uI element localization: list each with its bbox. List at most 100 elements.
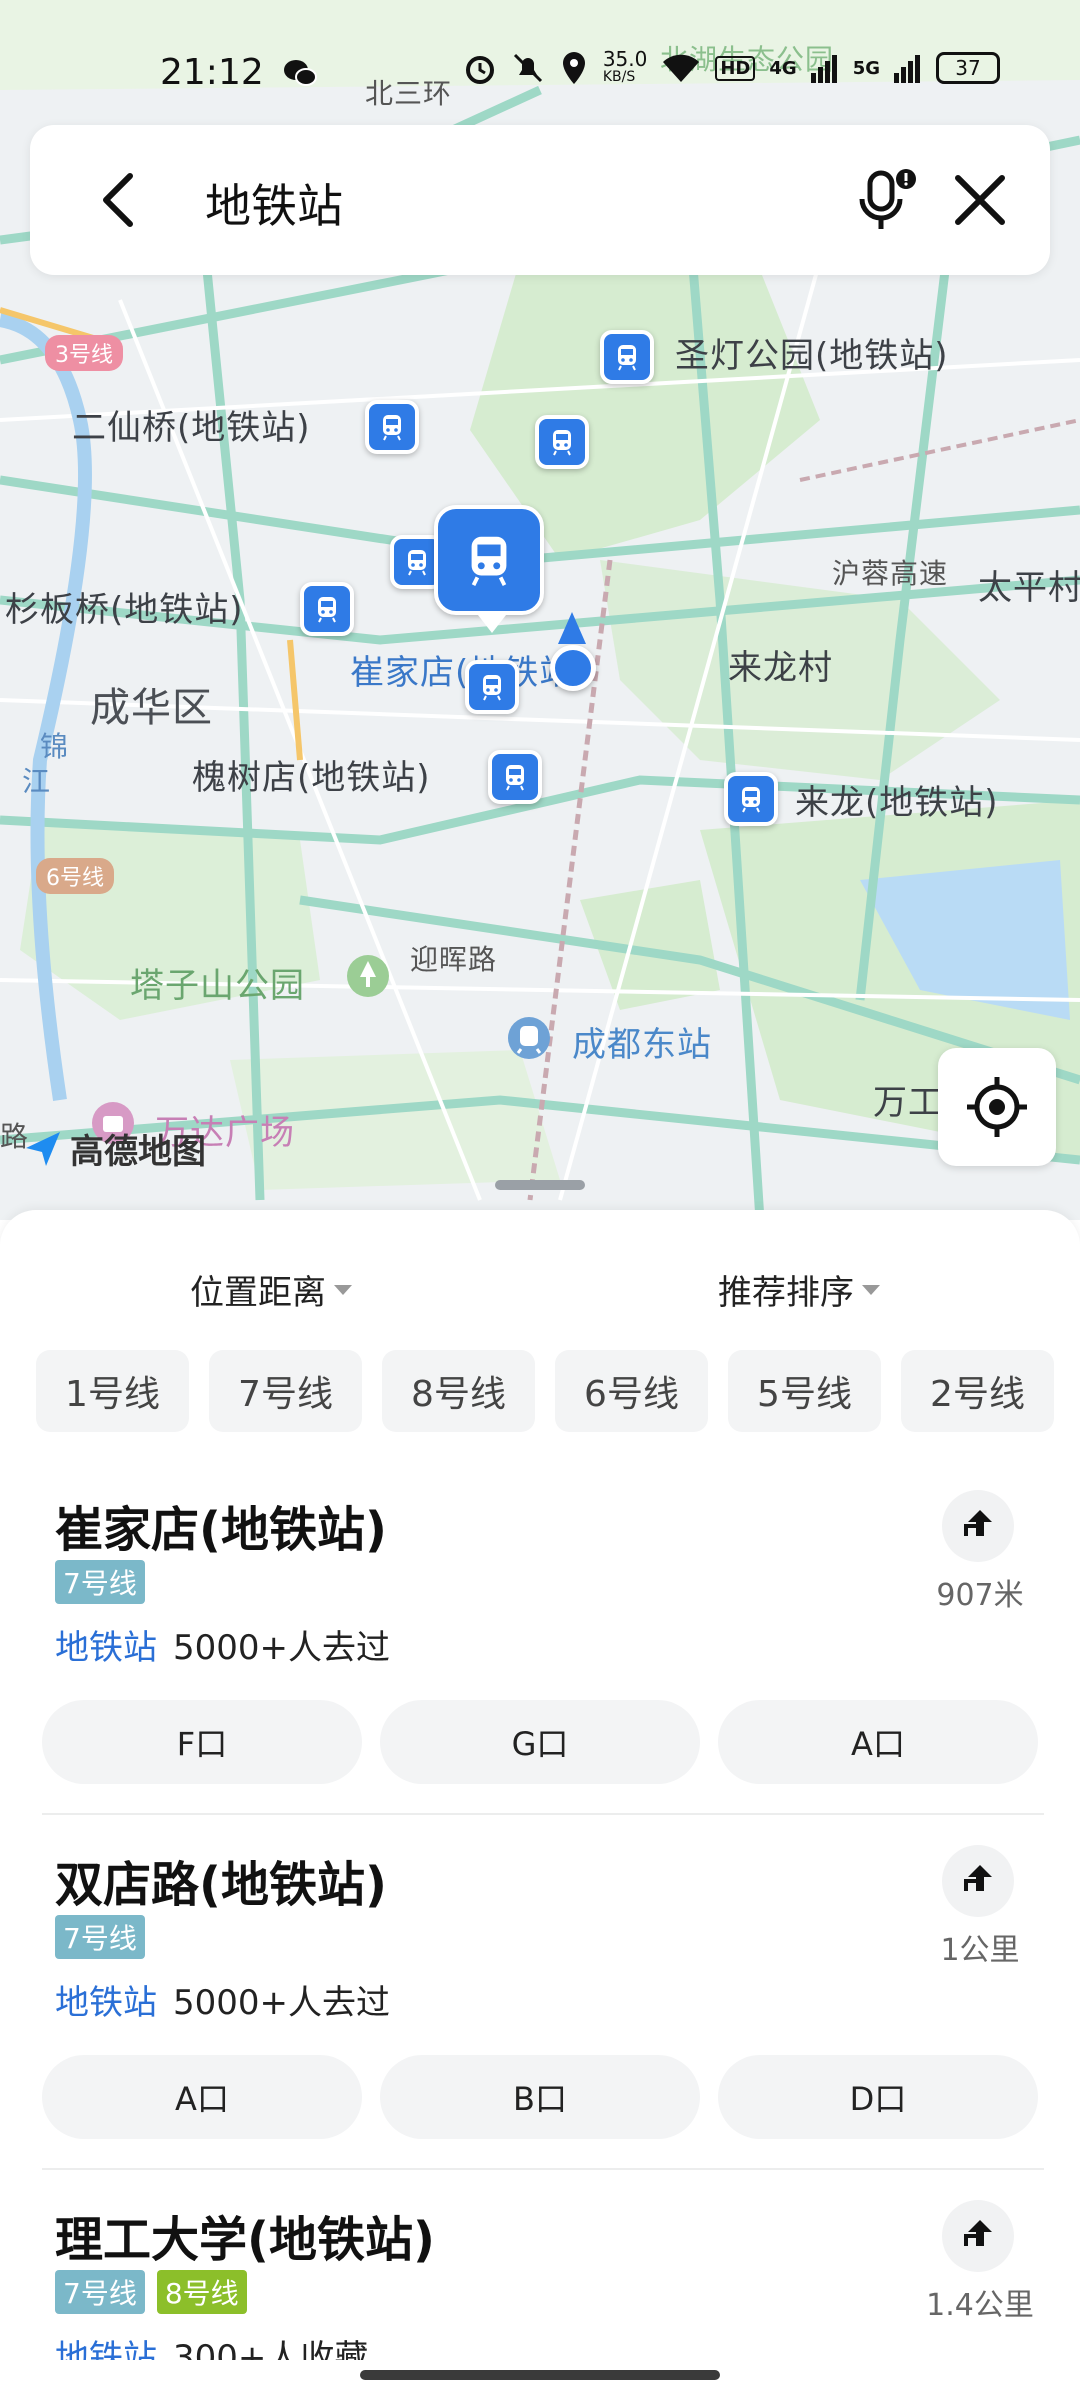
clear-search-icon[interactable] [950, 170, 1010, 230]
map-label-railway-station: 成都东站 [572, 1025, 712, 1065]
station-exit-button[interactable]: D口 [718, 2055, 1038, 2139]
map-label-district: 成华区 [90, 685, 213, 731]
metro-pin[interactable] [465, 660, 519, 714]
metro-pin[interactable] [365, 400, 419, 454]
selected-metro-pin[interactable] [434, 505, 544, 633]
map-label-river: 江 [22, 765, 52, 798]
map-label-station[interactable]: 杉板桥(地铁站) [5, 582, 244, 631]
hd-icon: HD [715, 55, 756, 81]
result-name: 崔家店(地铁站) [55, 1502, 387, 1558]
line-tag: 8号线 [156, 2270, 247, 2314]
station-exit-button[interactable]: F口 [42, 1700, 362, 1784]
map-label-area: 万工 [873, 1083, 943, 1123]
station-exit-button[interactable]: B口 [380, 2055, 700, 2139]
route-button[interactable] [942, 1845, 1014, 1917]
location-icon [562, 52, 585, 84]
chevron-down-icon [862, 1284, 880, 1295]
line-filter-chip[interactable]: 6号线 [555, 1350, 708, 1432]
mute-bell-icon [513, 53, 542, 83]
sort-distance-label: 位置距离 [190, 1273, 326, 1313]
metro-icon [553, 430, 571, 456]
metro-icon [618, 345, 636, 371]
route-button[interactable] [942, 2200, 1014, 2272]
result-distance: 1.4公里 [926, 2288, 1034, 2323]
map-label-village: 来龙村 [728, 648, 833, 688]
line-filter-chip[interactable]: 5号线 [728, 1350, 881, 1432]
status-icons: 35.0 KB/S HD 4G 5G 37 [463, 47, 1000, 86]
line-filter-chip[interactable]: 8号线 [382, 1350, 535, 1432]
route-button[interactable] [942, 1490, 1014, 1562]
locate-me-button[interactable] [938, 1048, 1056, 1166]
result-item[interactable]: 双店路(地铁站) 7号线 地铁站 5000+人去过 1公里 A口 B口 D口 [0, 1845, 1080, 2145]
directions-arrow-icon [964, 1510, 992, 1536]
result-kind: 地铁站 [55, 2338, 157, 2360]
search-query[interactable]: 地铁站 [205, 170, 343, 236]
amap-logo: 高德地图 [22, 1124, 206, 1173]
result-distance: 907米 [936, 1578, 1024, 1613]
park-icon [347, 955, 389, 997]
alarm-icon [465, 56, 494, 84]
result-name: 双店路(地铁站) [55, 1857, 387, 1913]
net-speed-value: 35.0 [602, 47, 648, 71]
directions-arrow-icon [964, 2220, 992, 2246]
result-distance: 1公里 [940, 1933, 1020, 1968]
line-tag: 7号线 [55, 1560, 145, 1604]
home-indicator[interactable] [360, 2370, 720, 2380]
search-bar: 地铁站 [30, 125, 1050, 275]
map-label-station[interactable]: 来龙(地铁站) [795, 775, 999, 824]
amap-logo-icon [26, 1131, 60, 1166]
metro-icon [471, 536, 507, 586]
battery-indicator: 37 [936, 52, 1000, 84]
map-label-station[interactable]: 圣灯公园(地铁站) [675, 328, 949, 377]
map-label-station[interactable]: 二仙桥(地铁站) [72, 400, 311, 449]
metro-pin[interactable] [600, 330, 654, 384]
wechat-icon [284, 60, 317, 86]
sort-distance-dropdown[interactable]: 位置距离 [190, 1265, 352, 1314]
metro-pin[interactable] [300, 582, 354, 636]
result-item[interactable]: 理工大学(地铁站) 7号线 8号线 地铁站 300+人收藏 1.4公里 [0, 2200, 1080, 2360]
metro-icon [483, 675, 501, 701]
map-label-village: 太平村 [978, 568, 1080, 608]
heading-arrow-icon [558, 612, 586, 644]
voice-search-icon[interactable] [850, 165, 920, 235]
line-tag: 7号线 [55, 1915, 145, 1959]
signal-bars-icon [894, 55, 920, 83]
map-label-station[interactable]: 槐树店(地铁站) [192, 750, 431, 799]
station-exit-button[interactable]: A口 [42, 2055, 362, 2139]
line-filter-chips: 1号线 7号线 8号线 6号线 5号线 2号线 [36, 1350, 1054, 1432]
metro-icon [408, 550, 426, 576]
map-label-park: 塔子山公园 [130, 966, 305, 1006]
result-item[interactable]: 崔家店(地铁站) 7号线 地铁站 5000+人去过 907米 F口 G口 A口 [0, 1490, 1080, 1790]
train-station-icon [508, 1017, 550, 1059]
sort-recommend-dropdown[interactable]: 推荐排序 [718, 1265, 880, 1314]
metro-pin[interactable] [724, 772, 778, 826]
metro-icon [383, 415, 401, 441]
metro-line-badge: 6号线 [36, 858, 114, 894]
map-label-river: 锦 [40, 730, 70, 763]
station-exit-button[interactable]: A口 [718, 1700, 1038, 1784]
result-visits: 5000+人去过 [173, 1983, 391, 2023]
result-kind: 地铁站 [55, 1628, 157, 1668]
result-visits: 300+人收藏 [173, 2338, 369, 2360]
crosshair-icon [967, 1077, 1027, 1137]
line-tag: 7号线 [55, 2270, 145, 2314]
net-speed: 35.0 KB/S [602, 47, 648, 86]
back-arrow-icon[interactable] [90, 170, 150, 230]
net-speed-unit: KB/S [602, 69, 636, 85]
sheet-drag-handle[interactable] [495, 1180, 585, 1190]
metro-icon [318, 597, 336, 623]
result-visits: 5000+人去过 [173, 1628, 391, 1668]
metro-pin[interactable] [535, 415, 589, 469]
metro-pin[interactable] [488, 750, 542, 804]
my-location-dot [550, 645, 596, 691]
metro-icon [506, 765, 524, 791]
chevron-down-icon [334, 1284, 352, 1295]
line-filter-chip[interactable]: 1号线 [36, 1350, 189, 1432]
line-filter-chip[interactable]: 2号线 [901, 1350, 1054, 1432]
amap-logo-text: 高德地图 [70, 1132, 206, 1172]
divider [42, 2168, 1044, 2170]
line-filter-chip[interactable]: 7号线 [209, 1350, 362, 1432]
station-exit-button[interactable]: G口 [380, 1700, 700, 1784]
signal-bars-icon [810, 55, 837, 83]
sort-recommend-label: 推荐排序 [718, 1273, 854, 1313]
